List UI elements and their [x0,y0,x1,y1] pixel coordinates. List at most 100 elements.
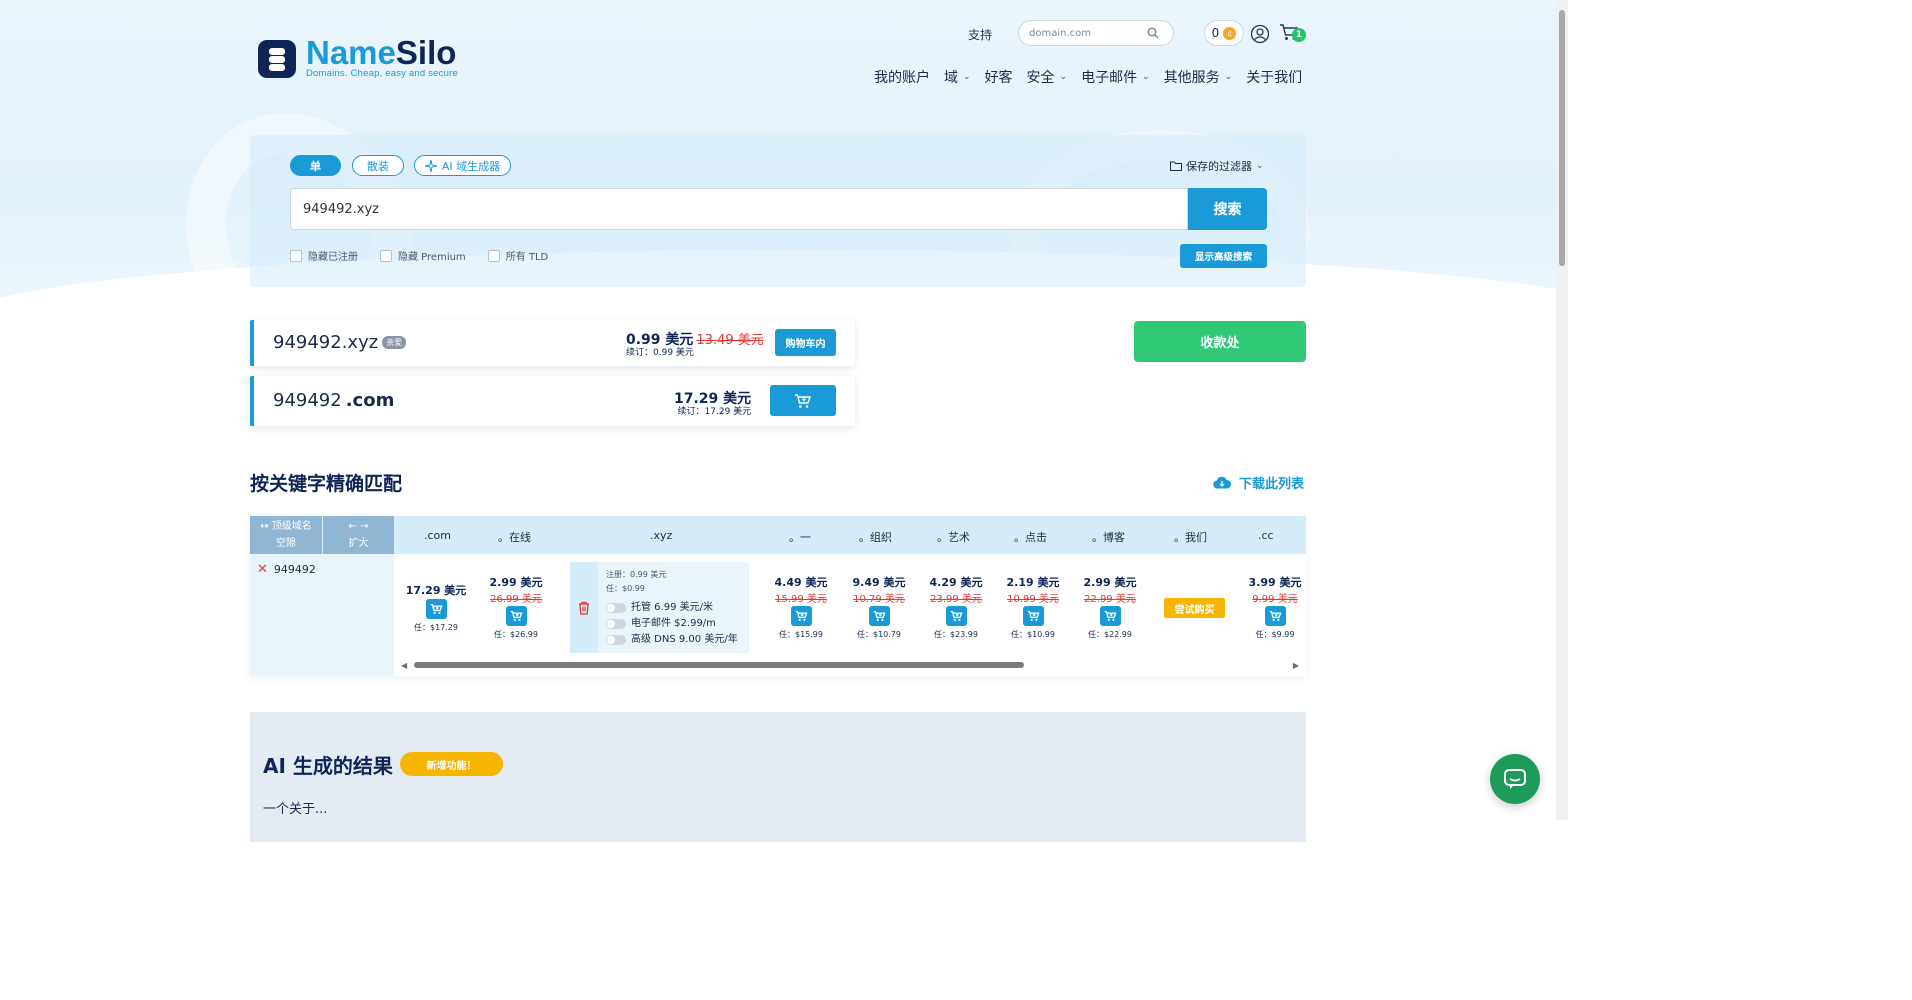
logo[interactable]: NameSilo Domains. Cheap, easy and secure [258,34,458,79]
scrollbar-thumb[interactable] [1559,10,1565,266]
xyz-price-info: 注册：0.99 美元 任：$0.99 [606,570,667,593]
column-header: .com [424,529,451,542]
chevron-down-icon: ⌄ [963,72,971,82]
chevron-down-icon: ⌄ [1142,72,1150,82]
search-icon[interactable] [1147,27,1159,39]
search-filters: 隐藏已注册 隐藏 Premium 所有 TLD [290,248,548,263]
cart-plus-icon [795,393,811,408]
chat-launcher[interactable] [1490,754,1540,804]
logo-wordmark: NameSilo [306,34,457,71]
tld-table: ↔ 顶级域名 空隙 ← → 扩大 .com 。在线 .xyz 。一 。组织 。艺术 … [250,516,1306,676]
add-to-cart-button[interactable] [770,385,836,416]
domain-name: 949492 .com [273,390,395,411]
scrollbar-thumb[interactable] [414,662,1024,668]
nav-domains[interactable]: 域 ⌄ [944,67,971,87]
cart-plus-icon [950,611,962,622]
cart-plus-icon [873,611,885,622]
column-header: 。组织 [859,531,892,544]
add-to-cart-button[interactable] [425,599,447,619]
tab-ai-generator[interactable]: AI 域生成器 [414,155,511,176]
scroll-left-arrow-icon[interactable]: ◀ [401,661,407,670]
tab-bulk[interactable]: 散装 [352,155,404,176]
chat-icon [1504,769,1526,789]
nav-security[interactable]: 安全 ⌄ [1027,67,1068,87]
price-cell: 9.49 美元 10.79 美元 任：$10.79 [852,576,906,639]
price-cell: 2.19 美元 10.99 美元 任：$10.99 [1006,576,1060,639]
add-to-cart-button[interactable] [868,606,890,626]
try-purchase-button[interactable]: 尝试购买 [1164,598,1225,618]
domain-name: 949492.xyz 亲爱 [273,332,407,353]
tld-gap-toggle[interactable]: ↔ 顶级域名 空隙 [250,516,322,554]
hide-premium-checkbox[interactable]: 隐藏 Premium [380,248,466,263]
sparkle-icon [424,159,437,172]
price-block: 17.29 美元 续订：17.29 美元 [674,391,752,417]
price-cell: 3.99 美元 9.99 美元 任：$9.99 [1248,576,1302,639]
add-to-cart-button[interactable] [1022,606,1044,626]
page-scrollbar[interactable] [1556,0,1568,820]
nav-my-account[interactable]: 我的账户 [874,67,930,87]
keyword-row-label: ✕ 949492 [257,562,316,577]
price-cell: 17.29 美元 任：$17.29 [405,584,467,632]
table-horizontal-scrollbar[interactable]: ◀ ▶ [398,660,1302,670]
price-cell: 2.99 美元 26.99 美元 任：$26.99 [489,576,543,639]
column-header: .cc [1258,529,1274,542]
in-cart-button[interactable]: 购物车内 [775,329,836,356]
chevron-down-icon: ⌄ [1059,72,1068,82]
cart-plus-icon [430,604,442,615]
search-button[interactable]: 搜索 [1188,188,1267,230]
hide-registered-checkbox[interactable]: 隐藏已注册 [290,248,358,263]
coin-icon: ¢ [1223,26,1237,40]
domain-search-input[interactable] [290,188,1188,230]
main-nav: 我的账户 域 ⌄ 好客 安全 ⌄ 电子邮件 ⌄ 其他服务 ⌄ 关于我们 [874,67,1302,87]
new-feature-badge: 新增功能！ [400,752,503,776]
column-header: 。我们 [1174,531,1207,544]
user-icon[interactable] [1250,24,1270,44]
remove-icon[interactable]: ✕ [257,562,268,577]
saved-filters-dropdown[interactable]: 保存的过滤器 ⌄ [1170,158,1264,174]
tab-single[interactable]: 单 [290,155,341,176]
price-cell: 4.49 美元 15.99 美元 任：$15.99 [774,576,828,639]
download-list-link[interactable]: 下载此列表 [1213,473,1304,492]
column-header: 。点击 [1014,531,1047,544]
column-header: 。博客 [1092,531,1125,544]
trash-icon [579,601,589,615]
add-to-cart-button[interactable] [1099,606,1121,626]
expand-toggle[interactable]: ← → 扩大 [323,516,394,554]
add-to-cart-button[interactable] [505,606,527,626]
column-header: .xyz [650,529,673,542]
support-link[interactable]: 支持 [968,26,992,43]
hosting-toggle[interactable]: 托管 6.99 美元/米 [606,600,738,616]
checkout-button[interactable]: 收款处 [1134,321,1306,362]
result-card: 949492 .com 17.29 美元 续订：17.29 美元 [250,376,855,426]
xyz-addons: 托管 6.99 美元/米 电子邮件 $2.99/m 高级 DNS 9.00 美元… [606,600,738,648]
database-icon [258,39,296,78]
add-to-cart-button[interactable] [790,606,812,626]
scroll-right-arrow-icon[interactable]: ▶ [1293,661,1299,670]
cart-count-badge: 1 [1292,28,1306,42]
nav-other-services[interactable]: 其他服务 ⌄ [1164,67,1233,87]
remove-from-cart-button[interactable] [570,562,598,653]
nav-about[interactable]: 关于我们 [1246,67,1302,87]
header-search-input[interactable] [1029,27,1147,39]
result-card: 949492.xyz 亲爱 0.99 美元 13.49 美元 续订：0.99 美元… [250,320,855,366]
column-header: 。在线 [498,531,531,544]
cart-plus-icon [1104,611,1116,622]
email-toggle[interactable]: 电子邮件 $2.99/m [606,616,738,632]
advanced-search-button[interactable]: 显示高级搜索 [1180,244,1267,268]
header-search[interactable] [1018,20,1174,46]
nav-email[interactable]: 电子邮件 ⌄ [1081,67,1150,87]
column-header: 。一 [789,531,811,544]
sale-badge: 亲爱 [382,336,407,349]
dns-toggle[interactable]: 高级 DNS 9.00 美元/年 [606,632,738,648]
add-to-cart-button[interactable] [945,606,967,626]
credit-balance[interactable]: 0 ¢ [1204,20,1244,46]
cart-plus-icon [1027,611,1039,622]
nav-hosting[interactable]: 好客 [985,67,1013,87]
ai-results-section: AI 生成的结果 新增功能！ 一个关于... [250,712,1306,842]
all-tld-checkbox[interactable]: 所有 TLD [487,248,548,263]
price-block: 0.99 美元 13.49 美元 续订：0.99 美元 [626,332,764,358]
cart-plus-icon [1269,611,1281,622]
cart-button[interactable]: 1 [1279,22,1307,46]
column-header: 。艺术 [937,531,970,544]
add-to-cart-button[interactable] [1264,606,1286,626]
